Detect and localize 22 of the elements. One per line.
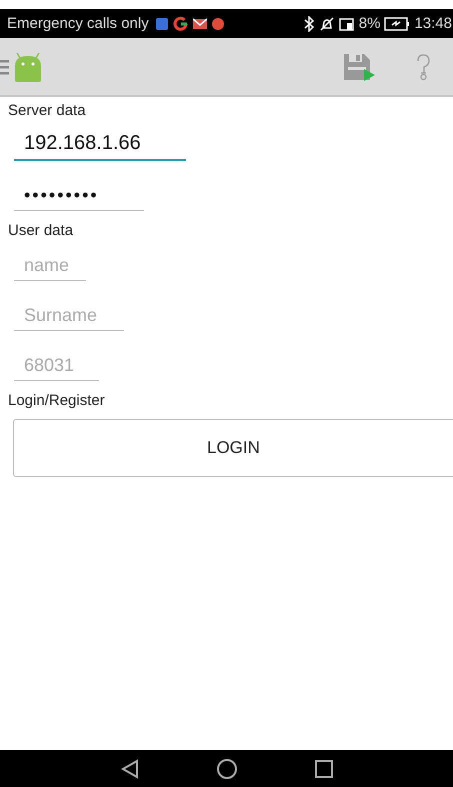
google-g-icon: [172, 16, 189, 32]
section-heading: Server data: [8, 101, 86, 121]
app-notification-icon: [154, 16, 169, 30]
recents-icon[interactable]: [314, 758, 334, 778]
input-field[interactable]: 192.168.1.66: [14, 127, 186, 161]
login-button[interactable]: LOGIN: [13, 419, 453, 477]
carrier-text: Emergency calls only: [7, 15, 149, 32]
section-heading: User data: [8, 221, 74, 241]
battery-percent: 8%: [358, 15, 380, 32]
password-field[interactable]: •••••••••: [14, 177, 144, 211]
back-icon[interactable]: [120, 758, 140, 778]
home-icon[interactable]: [216, 758, 238, 780]
mail-icon: [192, 18, 207, 30]
sim-card-icon: [338, 16, 355, 30]
section-heading: Login/Register: [8, 391, 105, 411]
robot-logo-icon: [12, 52, 44, 82]
menu-icon[interactable]: [0, 58, 9, 74]
notification-dot-icon: [210, 16, 225, 30]
bluetooth-icon: [302, 16, 315, 32]
clock-time: 13:48: [414, 15, 452, 32]
muted-bell-icon: [318, 16, 335, 32]
battery-charging-icon: [384, 16, 410, 30]
